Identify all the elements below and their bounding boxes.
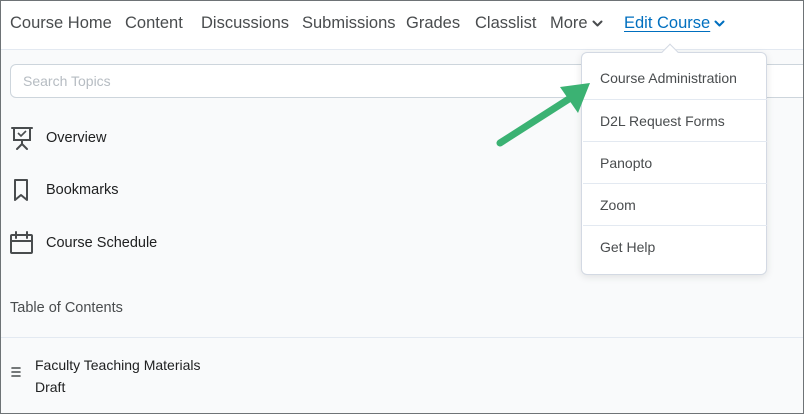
nav-edit-course[interactable]: Edit Course [624,12,725,34]
nav-grades[interactable]: Grades [406,12,460,34]
nav-course-home[interactable]: Course Home [10,12,112,34]
sidebar-item-label: Overview [46,130,107,146]
module-texts: Faculty Teaching Materials Draft [35,354,200,398]
annotation-arrow-icon [496,83,590,147]
chevron-down-icon [714,20,725,27]
sidebar-item-label: Bookmarks [46,182,119,198]
calendar-icon [10,231,33,254]
drag-handle-icon[interactable] [10,366,24,378]
nav-classlist[interactable]: Classlist [475,12,536,34]
nav-edit-course-label: Edit Course [624,14,711,32]
divider [0,337,804,338]
menu-item-zoom[interactable]: Zoom [583,183,767,225]
menu-item-get-help[interactable]: Get Help [583,225,767,267]
toc-module-item[interactable]: Faculty Teaching Materials Draft [10,354,200,398]
top-navbar: Course Home Content Discussions Submissi… [0,0,804,50]
nav-more[interactable]: More [550,12,603,34]
sidebar-item-overview[interactable]: Overview [10,124,106,152]
sidebar-item-bookmarks[interactable]: Bookmarks [10,176,119,204]
menu-item-panopto[interactable]: Panopto [583,141,767,183]
nav-content[interactable]: Content [125,12,183,34]
nav-discussions[interactable]: Discussions [201,12,289,34]
sidebar-item-course-schedule[interactable]: Course Schedule [10,229,157,257]
nav-submissions[interactable]: Submissions [302,12,396,34]
menu-item-d2l-request-forms[interactable]: D2L Request Forms [583,99,767,141]
nav-more-label: More [550,14,588,32]
bookmark-icon [14,179,28,201]
menu-item-course-administration[interactable]: Course Administration [583,57,767,99]
chevron-down-icon [592,20,603,27]
table-of-contents-heading: Table of Contents [10,300,123,316]
sidebar-item-label: Course Schedule [46,235,158,251]
module-status: Draft [35,379,66,395]
module-title: Faculty Teaching Materials [35,357,201,373]
edit-course-dropdown-menu: Course Administration D2L Request Forms … [581,52,767,275]
presentation-board-icon [11,127,33,150]
